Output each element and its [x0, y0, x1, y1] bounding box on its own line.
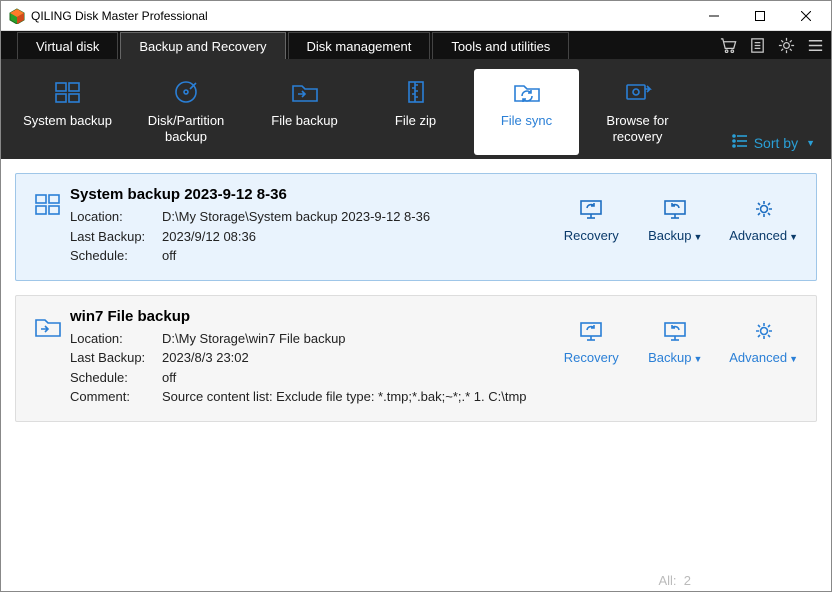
- monitor-backup-icon: [663, 196, 687, 222]
- field-label: Last Backup:: [70, 227, 162, 247]
- toolbar-label: File sync: [501, 113, 552, 129]
- file-backup-icon: [34, 308, 70, 407]
- toolbar-label: File zip: [395, 113, 436, 129]
- sort-by-label: Sort by: [754, 135, 798, 151]
- schedule-value: off: [162, 246, 176, 266]
- monitor-restore-icon: [579, 318, 603, 344]
- last-backup-value: 2023/8/3 23:02: [162, 348, 249, 368]
- tab-tools-utilities[interactable]: Tools and utilities: [432, 32, 569, 60]
- monitor-backup-icon: [663, 318, 687, 344]
- action-label: Backup: [648, 228, 691, 243]
- sort-by-dropdown[interactable]: Sort by ▼: [732, 134, 815, 151]
- tab-virtual-disk[interactable]: Virtual disk: [17, 32, 118, 60]
- folder-sync-icon: [512, 77, 542, 107]
- titlebar: QILING Disk Master Professional: [1, 1, 831, 31]
- disk-partition-backup-button[interactable]: Disk/Partition backup: [126, 69, 246, 155]
- chevron-down-icon: ▼: [693, 354, 702, 364]
- action-label: Recovery: [564, 228, 619, 243]
- advanced-button[interactable]: Advanced▼: [729, 196, 798, 243]
- toolbar-label: File backup: [271, 113, 337, 129]
- monitor-restore-icon: [579, 196, 603, 222]
- field-label: Schedule:: [70, 246, 162, 266]
- field-label: Location:: [70, 207, 162, 227]
- field-label: Comment:: [70, 387, 162, 407]
- chevron-down-icon: ▼: [693, 232, 702, 242]
- action-label: Recovery: [564, 350, 619, 365]
- file-backup-button[interactable]: File backup: [252, 69, 357, 155]
- last-backup-value: 2023/9/12 08:36: [162, 227, 256, 247]
- schedule-value: off: [162, 368, 176, 388]
- zip-icon: [401, 77, 431, 107]
- log-icon[interactable]: [748, 36, 767, 55]
- task-list: System backup 2023-9-12 8-36 Location:D:…: [1, 159, 831, 569]
- main-nav: Virtual disk Backup and Recovery Disk ma…: [1, 31, 831, 59]
- recovery-button[interactable]: Recovery: [561, 318, 621, 365]
- menu-icon[interactable]: [806, 36, 825, 55]
- status-all-label: All:: [658, 573, 676, 588]
- browse-recovery-button[interactable]: Browse for recovery: [585, 69, 690, 155]
- status-bar: All: 2: [1, 569, 831, 591]
- gear-icon: [752, 318, 776, 344]
- chevron-down-icon: ▼: [789, 354, 798, 364]
- gear-icon: [752, 196, 776, 222]
- file-sync-button[interactable]: File sync: [474, 69, 579, 155]
- system-backup-icon: [34, 186, 70, 266]
- file-zip-button[interactable]: File zip: [363, 69, 468, 155]
- location-value: D:\My Storage\win7 File backup: [162, 329, 346, 349]
- action-label: Advanced: [729, 228, 787, 243]
- toolbar-label: Disk/Partition backup: [126, 113, 246, 146]
- toolbar-label: Browse for recovery: [585, 113, 690, 146]
- chevron-down-icon: ▼: [789, 232, 798, 242]
- maximize-button[interactable]: [737, 1, 783, 31]
- toolbar: System backup Disk/Partition backup File…: [1, 59, 831, 159]
- windows-grid-icon: [53, 77, 83, 107]
- comment-value: Source content list: Exclude file type: …: [162, 387, 527, 407]
- folder-arrow-icon: [290, 77, 320, 107]
- advanced-button[interactable]: Advanced▼: [729, 318, 798, 365]
- task-title: System backup 2023-9-12 8-36: [70, 186, 561, 203]
- task-card[interactable]: System backup 2023-9-12 8-36 Location:D:…: [15, 173, 817, 281]
- recovery-button[interactable]: Recovery: [561, 196, 621, 243]
- action-label: Advanced: [729, 350, 787, 365]
- disk-icon: [171, 77, 201, 107]
- field-label: Last Backup:: [70, 348, 162, 368]
- chevron-down-icon: ▼: [806, 138, 815, 148]
- task-title: win7 File backup: [70, 308, 561, 325]
- window-title: QILING Disk Master Professional: [31, 9, 691, 23]
- minimize-button[interactable]: [691, 1, 737, 31]
- list-icon: [732, 134, 748, 151]
- backup-button[interactable]: Backup▼: [645, 318, 705, 365]
- close-button[interactable]: [783, 1, 829, 31]
- tab-backup-recovery[interactable]: Backup and Recovery: [120, 32, 285, 60]
- location-value: D:\My Storage\System backup 2023-9-12 8-…: [162, 207, 430, 227]
- backup-button[interactable]: Backup▼: [645, 196, 705, 243]
- toolbar-label: System backup: [23, 113, 112, 129]
- browse-recovery-icon: [623, 77, 653, 107]
- cart-icon[interactable]: [719, 36, 738, 55]
- app-logo-icon: [9, 8, 25, 24]
- action-label: Backup: [648, 350, 691, 365]
- status-count: 2: [684, 573, 691, 588]
- nav-utility-icons: [719, 31, 831, 59]
- tab-disk-management[interactable]: Disk management: [288, 32, 431, 60]
- settings-icon[interactable]: [777, 36, 796, 55]
- system-backup-button[interactable]: System backup: [15, 69, 120, 155]
- task-card[interactable]: win7 File backup Location:D:\My Storage\…: [15, 295, 817, 422]
- field-label: Schedule:: [70, 368, 162, 388]
- field-label: Location:: [70, 329, 162, 349]
